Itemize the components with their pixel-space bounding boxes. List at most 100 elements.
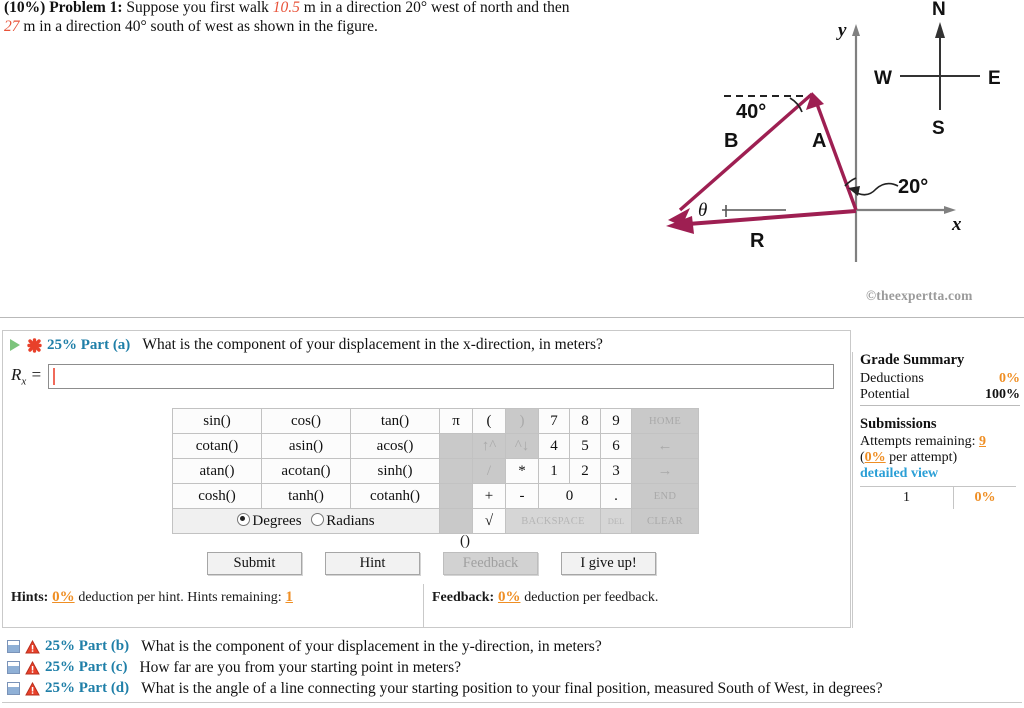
warning-icon	[25, 660, 40, 675]
degrees-radio[interactable]	[237, 512, 251, 526]
key-cotan[interactable]: cotan()	[172, 433, 262, 459]
radians-option[interactable]: Radians	[311, 512, 375, 529]
theta-label: θ	[698, 200, 707, 221]
key-sqrt[interactable]: √	[472, 508, 506, 534]
key-atan[interactable]: atan()	[172, 458, 262, 484]
compass-south-label: S	[932, 118, 945, 139]
key-end[interactable]: END	[631, 483, 699, 509]
attempts-table: 1 0%	[860, 486, 1016, 509]
key-minus[interactable]: -	[505, 483, 539, 509]
play-icon[interactable]	[9, 338, 22, 352]
key-7[interactable]: 7	[538, 408, 570, 434]
key-sin[interactable]: sin()	[172, 408, 262, 434]
key-clear[interactable]: CLEAR	[631, 508, 699, 534]
key-superscript-down[interactable]: ^↓	[505, 433, 539, 459]
incorrect-x-icon	[27, 337, 42, 353]
problem-text-1: Suppose you first walk	[126, 0, 269, 16]
vector-a-line	[815, 103, 858, 211]
key-6[interactable]: 6	[600, 433, 632, 459]
key-arrow-right[interactable]: →	[631, 458, 699, 484]
key-paren-pair[interactable]: ()	[460, 533, 470, 550]
key-blank-4	[439, 508, 473, 534]
key-decimal-point[interactable]: .	[600, 483, 632, 509]
potential-row: Potential 100%	[860, 387, 1020, 403]
key-sinh[interactable]: sinh()	[350, 458, 440, 484]
key-1[interactable]: 1	[538, 458, 570, 484]
watermark: ©theexpertta.com	[866, 288, 973, 303]
keypad-row-5: Degrees Radians √ BACKSPACE DEL CLEAR	[172, 508, 699, 534]
degrees-option[interactable]: Degrees	[237, 512, 302, 529]
key-tanh[interactable]: tanh()	[261, 483, 351, 509]
key-acos[interactable]: acos()	[350, 433, 440, 459]
part-d-row[interactable]: 25% Part (d) What is the angle of a line…	[2, 678, 1022, 699]
key-close-paren[interactable]: )	[505, 408, 539, 434]
expand-icon[interactable]	[7, 640, 20, 653]
key-cosh[interactable]: cosh()	[172, 483, 262, 509]
detailed-view-link[interactable]: detailed view	[860, 466, 938, 481]
compass-west-label: W	[874, 68, 892, 89]
key-home[interactable]: HOME	[631, 408, 699, 434]
key-3[interactable]: 3	[600, 458, 632, 484]
give-up-button[interactable]: I give up!	[561, 552, 656, 575]
part-c-row[interactable]: 25% Part (c) How far are you from your s…	[2, 657, 1022, 678]
problem-statement: (10%) Problem 1: Suppose you first walk …	[4, 0, 584, 36]
submissions-title: Submissions	[860, 416, 937, 432]
key-5[interactable]: 5	[569, 433, 601, 459]
x-axis-label: x	[951, 214, 962, 235]
radians-radio[interactable]	[311, 512, 325, 526]
key-blank-1	[439, 433, 473, 459]
angle-40-label: 40°	[736, 101, 766, 123]
key-backspace[interactable]: BACKSPACE	[505, 508, 601, 534]
feedback-section: Feedback: 0% deduction per feedback.	[424, 584, 850, 627]
potential-value: 100%	[985, 387, 1020, 402]
vector-a-label: A	[812, 130, 826, 152]
key-2[interactable]: 2	[569, 458, 601, 484]
key-multiply[interactable]: *	[505, 458, 539, 484]
hints-remaining[interactable]: 1	[285, 589, 293, 605]
hint-button[interactable]: Hint	[325, 552, 420, 575]
key-del[interactable]: DEL	[600, 508, 632, 534]
expand-icon[interactable]	[7, 661, 20, 674]
vector-b-label: B	[724, 130, 738, 152]
key-4[interactable]: 4	[538, 433, 570, 459]
y-axis-label: y	[836, 20, 847, 41]
key-8[interactable]: 8	[569, 408, 601, 434]
hints-deduction[interactable]: 0%	[52, 589, 75, 605]
warning-icon	[25, 681, 40, 696]
key-plus[interactable]: +	[472, 483, 506, 509]
keypad-row-4: cosh() tanh() cotanh() + - 0 . END	[172, 483, 699, 509]
problem-page: (10%) Problem 1: Suppose you first walk …	[0, 0, 1024, 708]
vector-diagram-svg: y x 40° 20° θ B A R N S W E	[666, 0, 1001, 262]
answer-row: Rx =	[11, 364, 835, 389]
key-pi[interactable]: π	[439, 408, 473, 434]
per-attempt-pct: 0%	[864, 450, 886, 465]
key-0[interactable]: 0	[538, 483, 601, 509]
feedback-deduction[interactable]: 0%	[498, 589, 521, 605]
key-9[interactable]: 9	[600, 408, 632, 434]
submit-button[interactable]: Submit	[207, 552, 302, 575]
text-caret	[53, 368, 55, 385]
part-a-header: 25% Part (a) What is the component of yo…	[9, 336, 603, 354]
other-parts-list: 25% Part (b) What is the component of yo…	[2, 636, 1022, 699]
key-open-paren[interactable]: (	[472, 408, 506, 434]
key-tan[interactable]: tan()	[350, 408, 440, 434]
grade-rule	[860, 405, 1020, 406]
angle-mode-selector: Degrees Radians	[172, 508, 440, 534]
key-acotan[interactable]: acotan()	[261, 458, 351, 484]
key-arrow-left[interactable]: ←	[631, 433, 699, 459]
key-superscript-up[interactable]: ↑^	[472, 433, 506, 459]
expand-icon[interactable]	[7, 682, 20, 695]
problem-value-1: 10.5	[272, 0, 300, 16]
per-attempt-text: per attempt)	[889, 450, 958, 465]
part-b-row[interactable]: 25% Part (b) What is the component of yo…	[2, 636, 1022, 657]
hints-title: Hints:	[11, 590, 49, 605]
key-divide[interactable]: /	[472, 458, 506, 484]
feedback-button[interactable]: Feedback	[443, 552, 538, 575]
key-cotanh[interactable]: cotanh()	[350, 483, 440, 509]
key-asin[interactable]: asin()	[261, 433, 351, 459]
part-d-percent: 25% Part (d)	[45, 680, 130, 696]
answer-input[interactable]	[48, 364, 835, 389]
grade-summary-panel: Grade Summary Deductions 0% Potential 10…	[860, 352, 1020, 509]
part-b-question: What is the component of your displaceme…	[141, 637, 602, 655]
key-cos[interactable]: cos()	[261, 408, 351, 434]
